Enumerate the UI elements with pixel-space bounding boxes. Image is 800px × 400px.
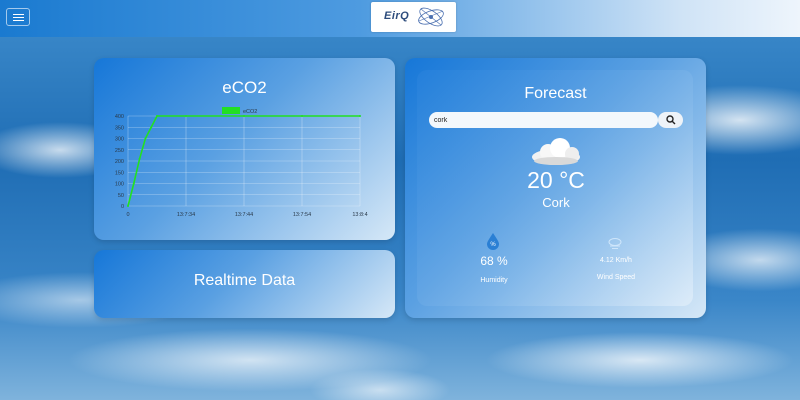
eco2-data-point <box>243 115 245 117</box>
x-tick-label: 13:8:4 <box>352 212 367 218</box>
legend-label: eCO2 <box>243 109 257 115</box>
forecast-title: Forecast <box>524 85 587 102</box>
logo-mark-icon <box>418 7 444 27</box>
legend-swatch <box>222 107 240 114</box>
eco2-data-point <box>144 137 147 140</box>
y-tick-label: 100 <box>115 182 124 188</box>
y-tick-label: 300 <box>115 137 124 143</box>
x-tick-label: 0 <box>126 212 129 218</box>
city-name: Cork <box>542 195 570 210</box>
menu-button[interactable] <box>6 8 30 26</box>
eco2-data-point <box>132 182 135 185</box>
temperature-value: 20 °C <box>527 167 585 193</box>
search-icon <box>666 115 676 125</box>
logo-text: EirQ <box>384 10 410 22</box>
y-tick-label: 200 <box>115 159 124 165</box>
realtime-data-card[interactable]: Realtime Data <box>94 250 395 318</box>
eco2-title: eCO2 <box>222 78 267 97</box>
y-tick-label: 400 <box>115 114 124 120</box>
eirq-logo[interactable]: EirQ <box>371 2 456 32</box>
y-tick-label: 50 <box>118 193 124 199</box>
eco2-card: eCO2 0 50 100 150 200 250 300 350 400 0 13:7:34 13:… <box>94 58 395 240</box>
eco2-data-point <box>301 115 303 117</box>
hamburger-menu-icon <box>13 14 24 15</box>
x-tick-label: 13:7:54 <box>293 212 311 218</box>
eco2-data-point <box>185 115 187 117</box>
humidity-label: Humidity <box>480 277 508 284</box>
top-bar: EirQ <box>0 0 800 37</box>
hamburger-menu-line <box>13 17 24 18</box>
eco2-data-point <box>127 205 129 207</box>
y-tick-label: 350 <box>115 125 124 131</box>
eco2-chart: 0 50 100 150 200 250 300 350 400 0 13:7:34 13:7:44 1… <box>115 107 368 218</box>
cloud-icon <box>532 138 580 165</box>
water-drop-percent-icon: % <box>487 233 499 250</box>
eco2-data-point <box>150 126 153 129</box>
city-search-input[interactable] <box>429 112 658 128</box>
svg-text:%: % <box>490 242 496 248</box>
wind-cloud-icon <box>608 238 622 249</box>
search-button[interactable] <box>658 112 683 128</box>
y-tick-label: 150 <box>115 170 124 176</box>
y-tick-label: 0 <box>121 204 124 210</box>
x-tick-label: 13:7:34 <box>177 212 195 218</box>
x-tick-label: 13:7:44 <box>235 212 253 218</box>
humidity-value: 68 % <box>480 254 508 268</box>
eco2-data-point <box>359 115 361 117</box>
eco2-data-point <box>138 157 141 160</box>
hamburger-menu-line <box>13 20 24 21</box>
wind-speed-value: 4.12 Km/h <box>600 257 632 264</box>
realtime-data-title: Realtime Data <box>193 272 296 289</box>
eco2-data-point <box>156 115 158 117</box>
y-tick-label: 250 <box>115 148 124 154</box>
wind-speed-label: Wind Speed <box>596 274 636 281</box>
